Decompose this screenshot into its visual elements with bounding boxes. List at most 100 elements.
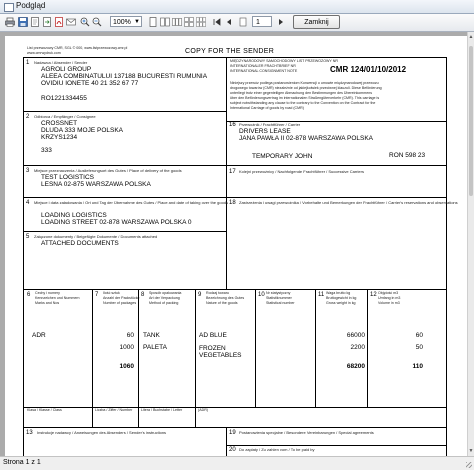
goods-volume: 50 <box>415 344 423 351</box>
column-number: 10 <box>258 292 265 298</box>
divider <box>23 165 447 166</box>
first-page-icon[interactable] <box>212 17 222 27</box>
adr-letter-label: Litera / Buchstabe / Letter <box>141 408 183 412</box>
payment-label: Do zapłaty / Zu zahlen vom / To be paid … <box>239 447 315 452</box>
toolbar: 100% ▼ 1 Zamknij <box>0 14 474 32</box>
two-pages-icon[interactable] <box>160 17 170 27</box>
zoom-select[interactable]: 100% ▼ <box>110 16 142 27</box>
window-title: Podgląd <box>16 1 46 10</box>
documents-label: Załączone dokumenty / Beigefügte Dokumen… <box>34 234 158 239</box>
conv-line: International Carriage of goods by road … <box>230 106 304 110</box>
column-header-label: Gross weight in kg <box>326 301 356 305</box>
carrier-person: TEMPORARY JOHN <box>252 153 313 160</box>
consignee-label: Odbiorca / Empfänger / Consignee <box>34 114 96 119</box>
three-pages-icon[interactable] <box>172 17 182 27</box>
adr-label: (ADR) <box>198 408 208 412</box>
column-header-label: Volume in m3 <box>378 301 400 305</box>
column-number: 7 <box>95 292 99 298</box>
goods-weight: 2200 <box>350 344 365 351</box>
column-line <box>92 407 93 427</box>
vertical-scrollbar[interactable]: ▲ ▼ <box>467 32 474 456</box>
column-header-label: Nature of the goods <box>206 301 238 305</box>
goods-nature: FROZEN VEGETABLES <box>199 345 242 359</box>
window-titlebar: Podgląd <box>0 0 474 14</box>
delivery-line: LESNA 02-875 WARSZAWA POLSKA <box>41 181 151 188</box>
field-number: 2 <box>26 114 30 120</box>
column-number: 8 <box>141 292 145 298</box>
save-icon[interactable] <box>18 17 28 27</box>
column-divider <box>226 427 227 456</box>
goods-pack: PALETA <box>143 344 167 351</box>
taking-over-label: Miejsce i data załadowania / Ort und Tag… <box>34 200 229 205</box>
page-navigation-icon <box>238 17 248 27</box>
sender-vat: RO1221334455 <box>41 95 87 102</box>
page-number-input[interactable]: 1 <box>252 16 272 27</box>
column-line <box>92 289 93 407</box>
field-number: 19 <box>229 430 236 436</box>
mail-icon[interactable] <box>66 17 76 27</box>
column-header-label: Marks and Nos <box>35 301 60 305</box>
divider <box>23 231 226 232</box>
goods-qty: 1000 <box>119 344 134 351</box>
total-volume: 110 <box>412 363 424 370</box>
consignee-line: KRZYS1234 <box>41 134 78 141</box>
delivery-label: Miejsce przeznaczenia / Auslieferungsort… <box>34 168 182 173</box>
next-page-icon[interactable] <box>276 17 286 27</box>
print-icon[interactable] <box>5 17 15 27</box>
column-line <box>255 289 256 407</box>
sender-instructions-label: Instrukcje nadawcy / Anweisungen des Abs… <box>37 430 167 435</box>
sender-label: Nadawca / Absender / Sender <box>34 60 88 65</box>
four-pages-icon[interactable] <box>184 17 194 27</box>
cmr-number: CMR 124/01/10/2012 <box>330 65 407 74</box>
divider <box>226 197 447 198</box>
zoom-value: 100% <box>113 19 131 26</box>
status-bar: Strona 1 z 1 <box>0 456 474 470</box>
consignee-extra: 333 <box>41 147 52 154</box>
column-line <box>138 289 139 407</box>
previous-page-icon[interactable] <box>224 17 234 27</box>
taking-over-line: LOADING STREET 02-878 WARSZAWA POLSKA 0 <box>41 219 192 226</box>
preview-app-icon <box>4 3 14 12</box>
special-agreements-label: Postanowienia specjalne / Besondere Vere… <box>239 430 374 435</box>
zoom-in-icon[interactable] <box>80 17 90 27</box>
adr-class-label: Klasa / Klasse / Class <box>27 408 62 412</box>
column-number: 12 <box>370 292 377 298</box>
scrollbar-thumb[interactable] <box>469 46 473 196</box>
column-line <box>195 289 196 407</box>
conv-line: INTERNATIONAL CONSIGNMENT NOTE <box>230 69 298 73</box>
pdf-icon[interactable] <box>54 17 64 27</box>
successive-carriers-label: Kolejni przewoźnicy / Nachfolgende Frach… <box>239 169 364 174</box>
close-button[interactable]: Zamknij <box>293 15 340 29</box>
cmr-document-page: List przewozowy CMR, SGL © 000, www.list… <box>5 36 467 456</box>
page-count-text: Strona 1 z 1 <box>3 459 41 466</box>
copy-title: COPY FOR THE SENDER <box>185 48 275 55</box>
field-number: 1 <box>26 60 30 66</box>
goods-marks: ADR <box>32 332 46 339</box>
six-pages-icon[interactable] <box>196 17 206 27</box>
export-icon[interactable] <box>42 17 52 27</box>
carrier-label: Przewoźnik / Frachtführer / Carrier <box>239 122 301 127</box>
column-header-label: Method of packing <box>149 301 179 305</box>
single-page-icon[interactable] <box>148 17 158 27</box>
column-line <box>195 407 196 427</box>
field-number: 17 <box>229 169 236 175</box>
goods-qty: 60 <box>126 332 134 339</box>
goods-nature: AD BLUE <box>199 332 227 339</box>
divider <box>23 289 447 290</box>
column-divider <box>226 57 227 289</box>
resize-grip-icon[interactable] <box>466 462 472 468</box>
scroll-down-icon[interactable]: ▼ <box>468 448 474 454</box>
column-header-label: Number of packages <box>103 301 137 305</box>
zoom-out-icon[interactable] <box>92 17 102 27</box>
scroll-up-icon[interactable]: ▲ <box>468 34 474 40</box>
carrier-line: JANA PAWŁA II 02-878 WARSZAWA POLSKA <box>239 135 374 142</box>
page-setup-icon[interactable] <box>30 17 40 27</box>
goods-weight: 66000 <box>346 332 365 339</box>
adr-number-label: Liczba / Ziffer / Number <box>95 408 133 412</box>
goods-pack: TANK <box>143 332 160 339</box>
divider <box>23 197 226 198</box>
carrier-plate: RON 598 23 <box>389 152 426 159</box>
field-number: 13 <box>26 430 33 436</box>
column-line <box>138 407 139 427</box>
column-number: 6 <box>27 292 31 298</box>
